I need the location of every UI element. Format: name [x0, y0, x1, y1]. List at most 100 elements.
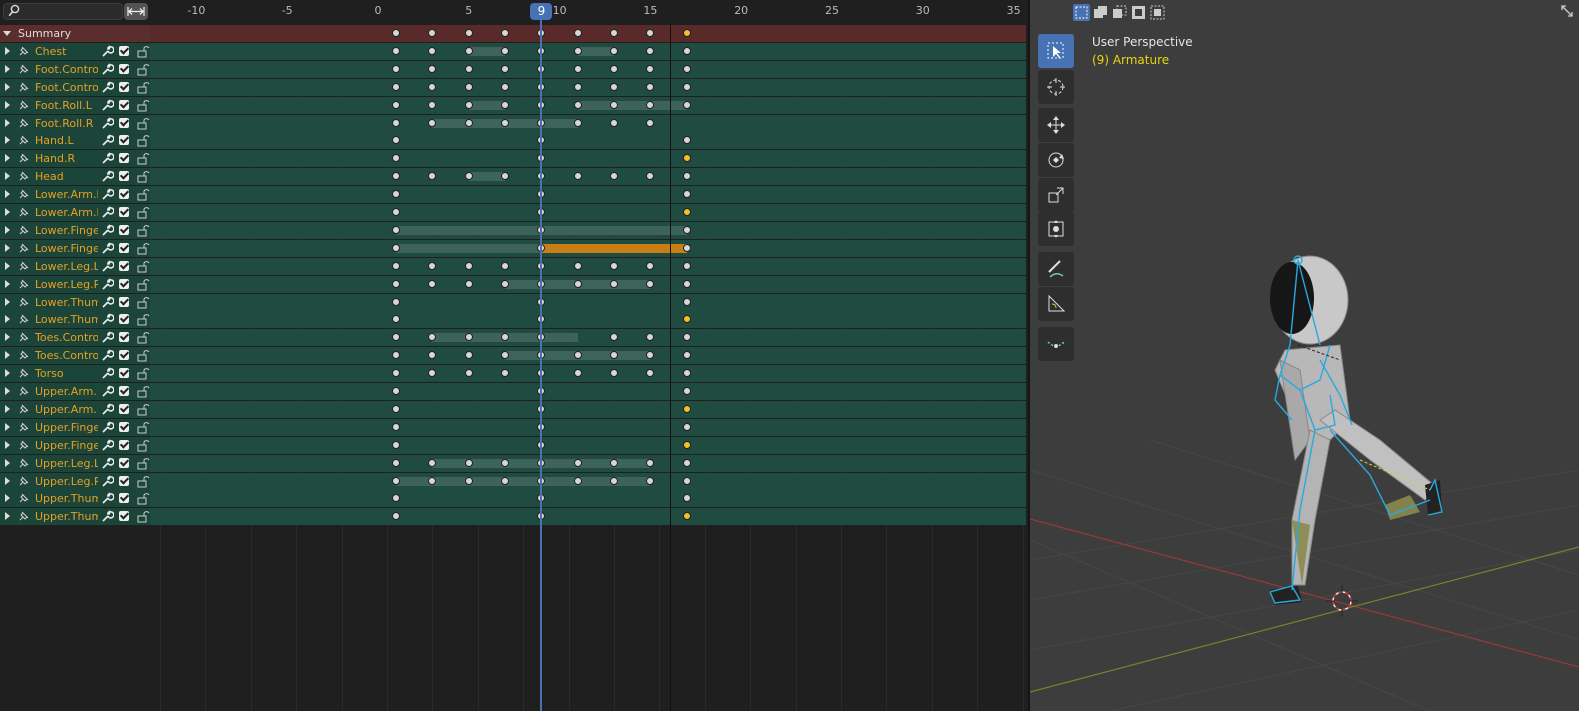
keyframe[interactable]	[464, 118, 473, 127]
keyframe[interactable]	[573, 118, 582, 127]
unlock-icon[interactable]	[136, 259, 150, 273]
channel-enable-checkbox[interactable]	[119, 511, 129, 522]
keyframe[interactable]	[392, 458, 401, 467]
unlock-icon[interactable]	[136, 277, 150, 291]
channel-enable-checkbox[interactable]	[119, 314, 129, 325]
unlock-icon[interactable]	[136, 223, 150, 237]
channel-enable-checkbox[interactable]	[119, 368, 129, 379]
expand-arrow-icon[interactable]	[5, 225, 10, 234]
keyframe[interactable]	[610, 261, 619, 270]
expand-arrow-icon[interactable]	[5, 243, 10, 252]
unlock-icon[interactable]	[136, 205, 150, 219]
keyframe[interactable]	[682, 225, 691, 234]
modifier-wrench-icon[interactable]	[100, 116, 114, 130]
unlock-icon[interactable]	[136, 402, 150, 416]
unlock-icon[interactable]	[136, 80, 150, 94]
channel-row[interactable]: Foot.Control.R	[0, 78, 1026, 96]
keyframe[interactable]	[646, 369, 655, 378]
select-new-button[interactable]	[1073, 4, 1090, 21]
keyframe[interactable]	[501, 64, 510, 73]
keyframe[interactable]	[428, 261, 437, 270]
move-tool[interactable]	[1038, 108, 1074, 142]
keyframe[interactable]	[682, 297, 691, 306]
channel-row[interactable]: Upper.Arm.L	[0, 383, 1026, 400]
rotate-tool[interactable]	[1038, 143, 1074, 177]
keyframe[interactable]	[428, 118, 437, 127]
keyframe[interactable]	[428, 29, 437, 37]
pin-icon[interactable]	[17, 187, 31, 201]
modifier-wrench-icon[interactable]	[100, 241, 114, 255]
keyframe[interactable]	[610, 100, 619, 109]
channel-row[interactable]: Upper.Thumb.R	[0, 508, 1026, 526]
keyframe[interactable]	[428, 46, 437, 55]
modifier-wrench-icon[interactable]	[100, 456, 114, 470]
keyframe[interactable]	[682, 494, 691, 503]
pin-icon[interactable]	[17, 509, 31, 523]
channel-enable-checkbox[interactable]	[119, 332, 129, 343]
modifier-wrench-icon[interactable]	[100, 44, 114, 58]
keyframe[interactable]	[610, 118, 619, 127]
pin-icon[interactable]	[17, 295, 31, 309]
channel-enable-checkbox[interactable]	[119, 224, 129, 235]
keyframe[interactable]	[682, 512, 691, 521]
keyframe[interactable]	[464, 64, 473, 73]
expand-arrow-icon[interactable]	[5, 118, 10, 127]
expand-arrow-icon[interactable]	[5, 154, 10, 163]
frame-ruler[interactable]: -10 -5 0 5 10 15 20 25 30 35	[150, 0, 1028, 24]
pin-icon[interactable]	[17, 133, 31, 147]
expand-arrow-icon[interactable]	[5, 494, 10, 503]
keyframe[interactable]	[573, 82, 582, 91]
keyframe[interactable]	[464, 82, 473, 91]
keyframe[interactable]	[464, 476, 473, 485]
channel-enable-checkbox[interactable]	[119, 135, 129, 146]
keyframe[interactable]	[682, 136, 691, 145]
select-extend-button[interactable]	[1092, 4, 1109, 21]
keyframe[interactable]	[610, 46, 619, 55]
keyframe[interactable]	[501, 261, 510, 270]
unlock-icon[interactable]	[136, 438, 150, 452]
keyframe[interactable]	[573, 476, 582, 485]
keyframe[interactable]	[573, 369, 582, 378]
keyframe[interactable]	[682, 422, 691, 431]
expand-arrow-icon[interactable]	[5, 100, 10, 109]
channel-enable-checkbox[interactable]	[119, 475, 129, 486]
unlock-icon[interactable]	[136, 187, 150, 201]
modifier-wrench-icon[interactable]	[100, 491, 114, 505]
keyframe[interactable]	[428, 369, 437, 378]
keyframe[interactable]	[646, 100, 655, 109]
keyframe[interactable]	[682, 387, 691, 395]
unlock-icon[interactable]	[136, 509, 150, 523]
expand-arrow-icon[interactable]	[5, 208, 10, 216]
channel-row[interactable]: Torso	[0, 365, 1026, 383]
search-field[interactable]	[3, 3, 123, 20]
playhead-line[interactable]	[540, 16, 543, 711]
keyframe[interactable]	[682, 279, 691, 288]
channel-row[interactable]: Foot.Control.L	[0, 60, 1026, 78]
pin-icon[interactable]	[17, 151, 31, 165]
unlock-icon[interactable]	[136, 241, 150, 255]
keyframe[interactable]	[501, 476, 510, 485]
keyframe[interactable]	[428, 279, 437, 288]
channel-enable-checkbox[interactable]	[119, 403, 129, 414]
modifier-wrench-icon[interactable]	[100, 330, 114, 344]
keyframe[interactable]	[682, 29, 691, 37]
keyframe[interactable]	[573, 279, 582, 288]
keyframe[interactable]	[682, 261, 691, 270]
keyframe[interactable]	[464, 29, 473, 37]
unlock-icon[interactable]	[136, 98, 150, 112]
modifier-wrench-icon[interactable]	[100, 295, 114, 309]
channel-enable-checkbox[interactable]	[119, 242, 129, 253]
keyframe[interactable]	[610, 333, 619, 342]
keyframe[interactable]	[464, 369, 473, 378]
annotate-tool[interactable]	[1038, 252, 1074, 286]
keyframe[interactable]	[392, 440, 401, 449]
unlock-icon[interactable]	[136, 116, 150, 130]
unlock-icon[interactable]	[136, 366, 150, 380]
pin-icon[interactable]	[17, 62, 31, 76]
channel-enable-checkbox[interactable]	[119, 189, 129, 200]
channel-enable-checkbox[interactable]	[119, 171, 129, 182]
channel-row[interactable]: Upper.Arm.R	[0, 400, 1026, 418]
keyframe[interactable]	[392, 29, 401, 37]
keyframe[interactable]	[610, 279, 619, 288]
channel-row[interactable]: Lower.Leg.L	[0, 257, 1026, 275]
